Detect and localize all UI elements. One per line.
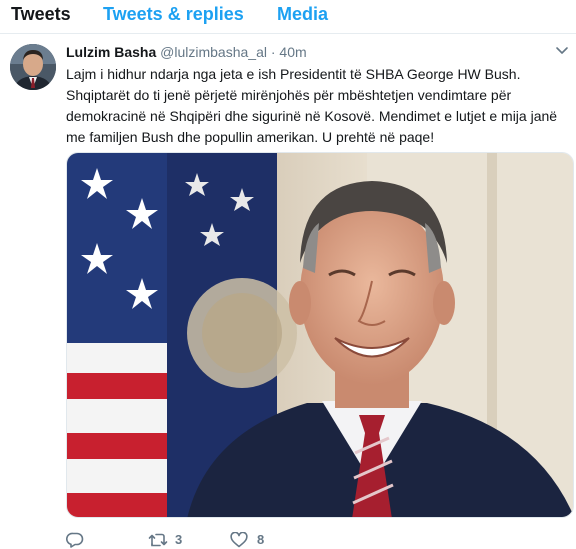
tab-tweets[interactable]: Tweets <box>11 3 71 25</box>
author-handle[interactable]: @lulzimbasha_al <box>160 44 267 60</box>
tab-media[interactable]: Media <box>277 3 328 25</box>
author-name[interactable]: Lulzim Basha <box>66 44 156 60</box>
tweet-header: Lulzim Basha @lulzimbasha_al · 40m <box>66 43 307 61</box>
chevron-down-icon[interactable] <box>555 44 569 56</box>
profile-tabs: Tweets Tweets & replies Media <box>0 0 576 30</box>
tab-tweets-and-replies[interactable]: Tweets & replies <box>103 3 244 25</box>
heart-icon <box>230 532 248 548</box>
tweet-photo[interactable] <box>66 152 574 518</box>
portrait-image <box>67 153 573 517</box>
retweet-icon <box>148 533 168 547</box>
header-separator: · <box>270 44 276 60</box>
retweet-count: 3 <box>175 532 183 547</box>
tabs-divider <box>0 33 576 34</box>
like-count: 8 <box>257 532 265 547</box>
tweet-text: Lajm i hidhur ndarja nga jeta e ish Pres… <box>66 66 558 145</box>
reply-icon <box>66 532 84 548</box>
avatar-image <box>10 44 56 90</box>
avatar[interactable] <box>10 44 56 90</box>
tweet-time[interactable]: 40m <box>279 44 306 60</box>
